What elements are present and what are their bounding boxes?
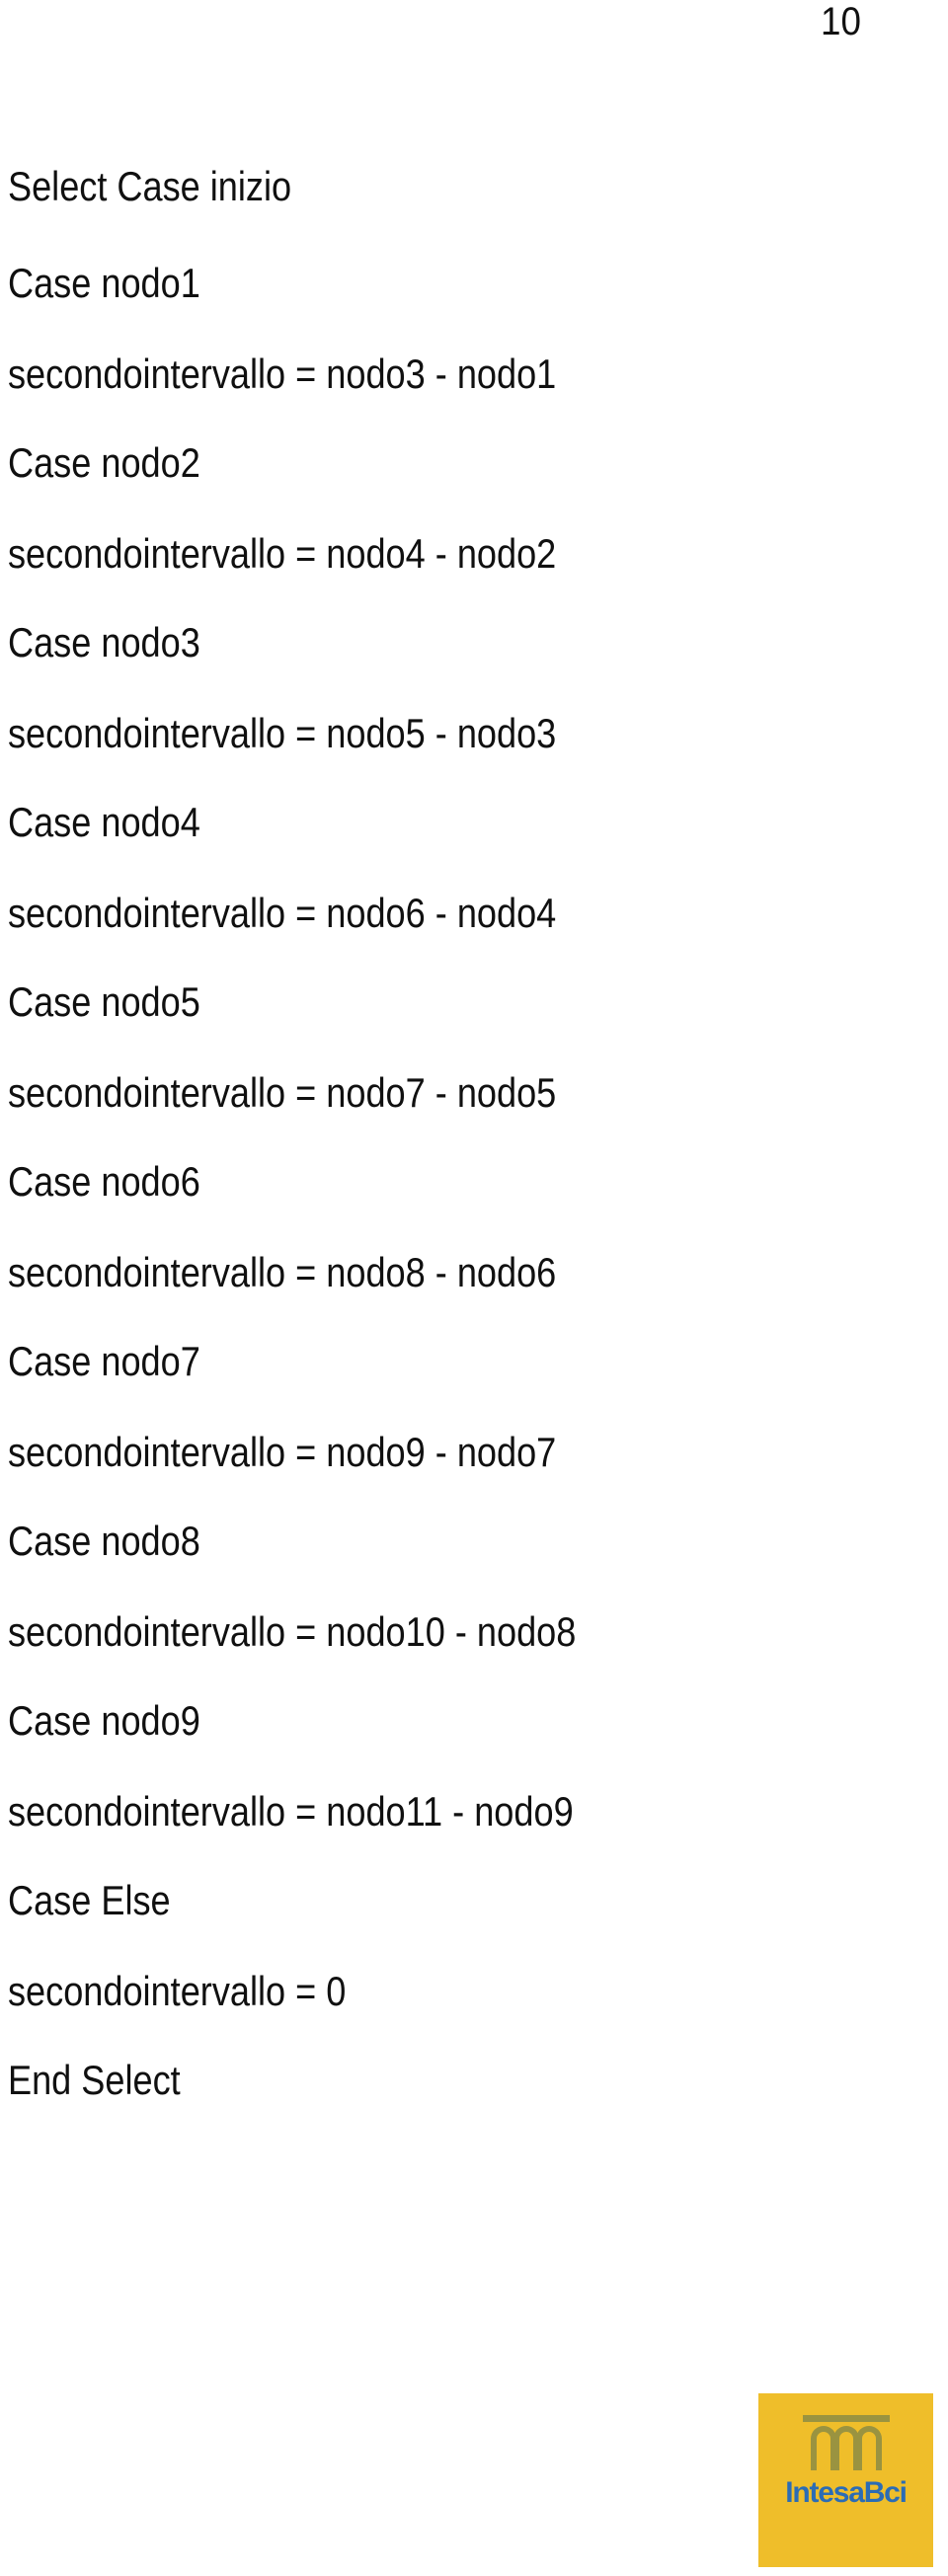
code-line: secondointervallo = nodo7 - nodo5 xyxy=(8,1069,557,1116)
code-line: secondointervallo = nodo6 - nodo4 xyxy=(8,890,557,936)
code-line: Case nodo2 xyxy=(8,439,200,486)
intesabci-logo: IntesaBci xyxy=(758,2393,933,2567)
code-line: secondointervallo = nodo5 - nodo3 xyxy=(8,710,557,756)
code-line: Case nodo7 xyxy=(8,1338,200,1384)
code-line: Case Else xyxy=(8,1877,171,1923)
code-line: secondointervallo = nodo3 - nodo1 xyxy=(8,351,557,397)
code-line: secondointervallo = nodo11 - nodo9 xyxy=(8,1788,574,1834)
code-line: Case nodo9 xyxy=(8,1697,200,1744)
arcade-bridge-icon xyxy=(801,2415,892,2470)
code-listing: Select Case inizio Case nodo1 secondointer… xyxy=(8,166,877,2150)
logo-wordmark: IntesaBci xyxy=(785,2476,908,2509)
code-line: secondointervallo = nodo10 - nodo8 xyxy=(8,1608,577,1655)
code-line: secondointervallo = nodo9 - nodo7 xyxy=(8,1429,557,1475)
code-line: Case nodo4 xyxy=(8,799,200,845)
code-line: Case nodo1 xyxy=(8,260,200,306)
code-line: secondointervallo = nodo8 - nodo6 xyxy=(8,1249,557,1295)
document-page: 10 Select Case inizio Case nodo1 secondoin… xyxy=(0,0,948,2576)
code-line: Case nodo3 xyxy=(8,619,200,665)
code-line: End Select xyxy=(8,2057,181,2103)
code-line: Case nodo8 xyxy=(8,1518,200,1564)
code-line: Case nodo6 xyxy=(8,1158,200,1205)
code-line: secondointervallo = 0 xyxy=(8,1968,347,2014)
page-number: 10 xyxy=(821,0,861,43)
code-line: Select Case inizio xyxy=(8,163,292,209)
code-line: secondointervallo = nodo4 - nodo2 xyxy=(8,530,557,577)
code-line: Case nodo5 xyxy=(8,978,200,1025)
